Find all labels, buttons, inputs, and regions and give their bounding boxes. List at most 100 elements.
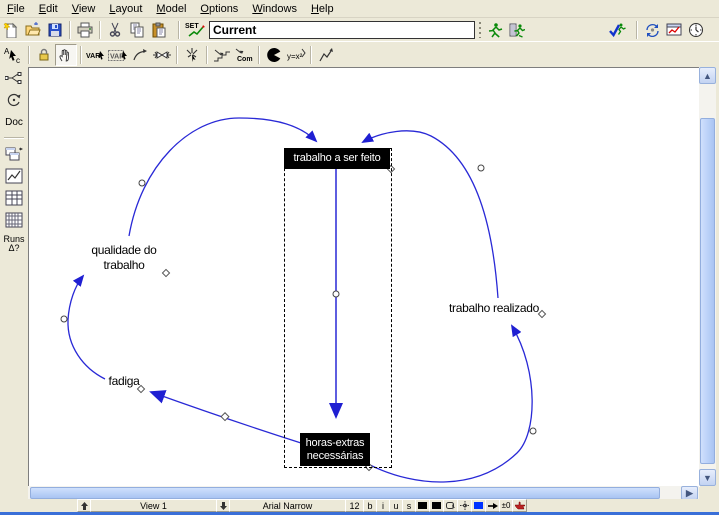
sketch-canvas[interactable]: trabalho a ser feito horas-extras necess…	[28, 67, 700, 487]
synthesim-button[interactable]	[641, 19, 663, 41]
view-up-icon	[81, 502, 88, 510]
svg-text:Com: Com	[237, 56, 253, 63]
print-icon	[77, 22, 93, 38]
new-file-icon	[3, 22, 19, 38]
menu-file[interactable]: File	[0, 2, 32, 16]
gauge-button[interactable]	[685, 19, 707, 41]
output-button[interactable]	[663, 19, 685, 41]
variable-tool-button[interactable]: VAR	[85, 44, 107, 66]
paste-button[interactable]	[148, 19, 170, 41]
move-tool-button[interactable]	[55, 44, 77, 66]
menu-edit[interactable]: Edit	[32, 2, 65, 16]
document-button[interactable]: Doc	[2, 112, 26, 132]
node-horas-extras-necessarias[interactable]: horas-extras necessárias	[300, 433, 370, 466]
pointer-tool-button[interactable]: Ac	[2, 44, 24, 66]
horizontal-scrollbar[interactable]: ▶	[28, 486, 699, 499]
text-color-swatch	[418, 502, 427, 509]
equation-tool-button[interactable]: y=x²	[285, 44, 307, 66]
reference-mode-tool-button[interactable]	[315, 44, 337, 66]
link-handle[interactable]	[478, 165, 484, 171]
selection-rect[interactable]	[284, 148, 392, 468]
hand-pointer-button[interactable]	[512, 499, 527, 512]
simulation-setup-icon	[509, 22, 525, 38]
horizontal-scroll-thumb[interactable]	[30, 487, 660, 499]
shape-color-button[interactable]	[429, 499, 444, 512]
open-button[interactable]	[22, 19, 44, 41]
view-name-panel[interactable]: View 1	[90, 499, 217, 512]
hand-move-icon	[58, 47, 74, 63]
text-color-button[interactable]	[415, 499, 430, 512]
vertical-scroll-thumb[interactable]	[700, 118, 715, 464]
merge-tool-icon	[184, 47, 200, 63]
graph-icon	[5, 168, 23, 184]
scroll-right-button[interactable]: ▶	[681, 486, 698, 500]
menu-view[interactable]: View	[65, 2, 103, 16]
link-handle[interactable]	[139, 180, 145, 186]
cut-button[interactable]	[104, 19, 126, 41]
lock-icon	[36, 47, 52, 63]
arrow-tool-button[interactable]	[129, 44, 151, 66]
gauge-clock-icon	[688, 22, 704, 38]
graph-button[interactable]	[2, 166, 26, 186]
bold-button[interactable]: b	[363, 499, 377, 512]
shadow-variable-tool-button[interactable]: VAR	[107, 44, 129, 66]
save-floppy-icon	[47, 22, 63, 38]
loops-button[interactable]	[2, 90, 26, 110]
io-object-tool-button[interactable]	[211, 44, 233, 66]
rate-tool-button[interactable]	[151, 44, 173, 66]
menu-help[interactable]: Help	[304, 2, 341, 16]
document-icon: Doc	[5, 118, 23, 127]
menu-windows[interactable]: Windows	[245, 2, 304, 16]
link-horas-extras-to-trabalho-realizado[interactable]	[370, 326, 532, 482]
font-name-panel[interactable]: Arial Narrow	[229, 499, 346, 512]
font-size-panel[interactable]: 12	[345, 499, 364, 512]
vertical-scrollbar[interactable]: ▲ ▼	[699, 67, 716, 486]
scroll-up-button[interactable]: ▲	[699, 67, 716, 84]
runs-compare-button[interactable]: RunsΔ?	[2, 232, 26, 256]
copy-button[interactable]	[126, 19, 148, 41]
table-button[interactable]	[2, 188, 26, 208]
node-trabalho-realizado[interactable]: trabalho realizado	[441, 301, 547, 316]
link-handle[interactable]	[530, 428, 536, 434]
view-down-button[interactable]	[216, 499, 230, 512]
delete-tool-button[interactable]	[263, 44, 285, 66]
causes-strip-button[interactable]	[2, 144, 26, 164]
menu-model[interactable]: Model	[149, 2, 193, 16]
vensim-window: File Edit View Layout Model Options Wind…	[0, 0, 719, 515]
synthesim-icon	[644, 22, 661, 38]
toolbar-separator	[80, 46, 82, 64]
set-button[interactable]: SET	[183, 19, 207, 41]
simulation-setup-button[interactable]	[506, 19, 528, 41]
position-button[interactable]	[457, 499, 472, 512]
loops-icon	[5, 92, 23, 108]
link-handle[interactable]	[61, 316, 67, 322]
simulate-button[interactable]	[484, 19, 506, 41]
node-fadiga[interactable]: fadiga	[100, 374, 148, 389]
print-button[interactable]	[74, 19, 96, 41]
save-button[interactable]	[44, 19, 66, 41]
link-fadiga-to-qualidade[interactable]	[68, 276, 105, 379]
menu-options[interactable]: Options	[193, 2, 245, 16]
shape-picker-button[interactable]	[443, 499, 458, 512]
arrow-style-button[interactable]	[485, 499, 500, 512]
view-up-button[interactable]	[77, 499, 91, 512]
table-time-button[interactable]	[2, 210, 26, 230]
underline-button[interactable]: u	[389, 499, 403, 512]
comment-tool-icon: Com	[233, 47, 255, 63]
comment-tool-button[interactable]: Com	[233, 44, 255, 66]
shift-button[interactable]: ±0	[499, 499, 513, 512]
causes-tree-button[interactable]	[2, 68, 26, 88]
node-trabalho-a-ser-feito[interactable]: trabalho a ser feito	[284, 148, 390, 169]
lock-tool-button[interactable]	[33, 44, 55, 66]
arrow-color-button[interactable]	[471, 499, 486, 512]
menu-layout[interactable]: Layout	[102, 2, 149, 16]
current-run-input[interactable]	[209, 21, 475, 39]
merge-tool-button[interactable]	[181, 44, 203, 66]
strike-button[interactable]: s	[402, 499, 416, 512]
check-simulate-button[interactable]	[606, 19, 628, 41]
italic-button[interactable]: i	[376, 499, 390, 512]
node-qualidade-do-trabalho[interactable]: qualidade do trabalho	[74, 243, 174, 273]
output-chart-icon	[666, 22, 682, 38]
scroll-down-button[interactable]: ▼	[699, 469, 716, 486]
new-button[interactable]	[0, 19, 22, 41]
